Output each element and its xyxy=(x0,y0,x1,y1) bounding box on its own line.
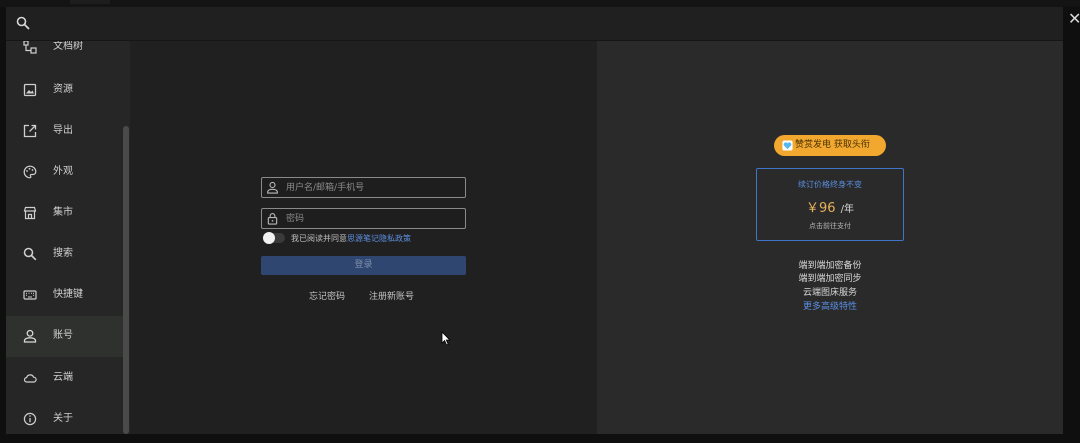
sidebar-item-label: 云端 xyxy=(53,372,73,383)
close-icon[interactable]: ✕ xyxy=(1068,10,1080,28)
price-line: ￥96 /年 xyxy=(757,198,903,219)
more-features-link[interactable]: 更多高级特性 xyxy=(756,301,904,314)
palette-icon xyxy=(23,165,37,179)
feature-item: 云端图床服务 xyxy=(802,288,857,298)
user-icon xyxy=(267,181,278,194)
agreement-label: 我已阅读并同意 xyxy=(291,234,347,243)
search-icon xyxy=(23,247,37,261)
subscription-price-card[interactable]: 续订价格终身不变 ￥96 /年 点击前往支付 xyxy=(756,168,904,241)
sidebar-item-label: 导出 xyxy=(53,125,73,136)
subscription-title: 续订价格终身不变 xyxy=(798,180,862,189)
background-window-strip xyxy=(0,0,1080,7)
sidebar-scrollbar[interactable] xyxy=(123,126,129,434)
search-input[interactable] xyxy=(40,13,1044,35)
privacy-agreement-row: 我已阅读并同意思源笔记隐私政策 xyxy=(261,232,481,246)
image-icon xyxy=(23,83,37,97)
sidebar-item-label: 快捷键 xyxy=(53,289,83,300)
username-input[interactable] xyxy=(284,179,464,197)
privacy-policy-link[interactable]: 思源笔记隐私政策 xyxy=(347,234,411,243)
sidebar-item-label: 搜索 xyxy=(53,248,73,259)
sidebar-item-export[interactable]: 导出 xyxy=(6,111,123,152)
sidebar-item-label: 账号 xyxy=(53,330,73,341)
sidebar-item-document-tree[interactable]: 文档树 xyxy=(6,41,123,68)
forgot-password-link[interactable]: 忘记密码 xyxy=(309,291,345,303)
price-amount: ￥96 xyxy=(805,201,836,216)
account-icon xyxy=(23,329,37,343)
username-field[interactable] xyxy=(261,177,466,198)
feature-item: 端到端加密同步 xyxy=(798,274,862,284)
sidebar-item-about[interactable]: 关于 xyxy=(6,399,123,434)
sidebar-item-label: 关于 xyxy=(53,413,73,424)
price-unit: /年 xyxy=(840,204,854,215)
sponsor-badge-label: 赞赏发电 获取头衔 xyxy=(795,140,870,150)
agreement-text: 我已阅读并同意思源笔记隐私政策 xyxy=(291,232,411,245)
password-input[interactable] xyxy=(284,210,464,228)
toggle-knob xyxy=(263,232,275,244)
store-icon xyxy=(23,206,37,220)
settings-sidebar: 文档树 资源 导出 外观 集市 搜索 快捷键 账号 云端 关于 xyxy=(6,41,130,434)
background-tab xyxy=(70,0,110,4)
export-icon xyxy=(23,124,37,138)
sidebar-item-label: 资源 xyxy=(53,84,73,95)
cloud-icon xyxy=(23,374,37,383)
sponsor-badge-button[interactable]: 赞赏发电 获取头衔 xyxy=(774,135,886,156)
info-icon xyxy=(23,412,37,426)
document-tree-icon xyxy=(23,41,37,54)
search-bar xyxy=(6,7,1063,41)
sidebar-item-label: 外观 xyxy=(53,166,73,177)
sidebar-item-cloud[interactable]: 云端 xyxy=(6,358,123,399)
feature-item: 端到端加密备份 xyxy=(798,261,862,271)
login-button[interactable]: 登录 xyxy=(261,256,466,275)
heart-icon xyxy=(782,140,793,151)
search-icon xyxy=(16,16,30,30)
sidebar-item-appearance[interactable]: 外观 xyxy=(6,152,123,193)
settings-dialog: 文档树 资源 导出 外观 集市 搜索 快捷键 账号 云端 关于 用户名/邮箱/手… xyxy=(6,7,1063,434)
mouse-pointer-icon xyxy=(441,331,451,346)
login-panel: 我已阅读并同意思源笔记隐私政策 登录 忘记密码 注册新账号 xyxy=(130,41,597,434)
sidebar-item-assets[interactable]: 资源 xyxy=(6,70,123,111)
keyboard-icon xyxy=(23,290,37,300)
sidebar-item-label: 集市 xyxy=(53,207,73,218)
privacy-agreement-toggle[interactable] xyxy=(263,232,285,244)
sidebar-item-label: 文档树 xyxy=(53,41,83,52)
subscription-panel: 赞赏发电 获取头衔 续订价格终身不变 ￥96 /年 点击前往支付 端到端加密备份… xyxy=(597,41,1063,434)
sidebar-item-account[interactable]: 账号 xyxy=(6,316,123,357)
sidebar-item-search[interactable]: 搜索 xyxy=(6,234,123,275)
password-field[interactable] xyxy=(261,208,466,229)
sidebar-item-keymap[interactable]: 快捷键 xyxy=(6,275,123,316)
lock-icon xyxy=(267,213,278,225)
payment-note: 点击前往支付 xyxy=(809,222,851,230)
register-link[interactable]: 注册新账号 xyxy=(369,291,414,303)
sidebar-item-marketplace[interactable]: 集市 xyxy=(6,193,123,234)
